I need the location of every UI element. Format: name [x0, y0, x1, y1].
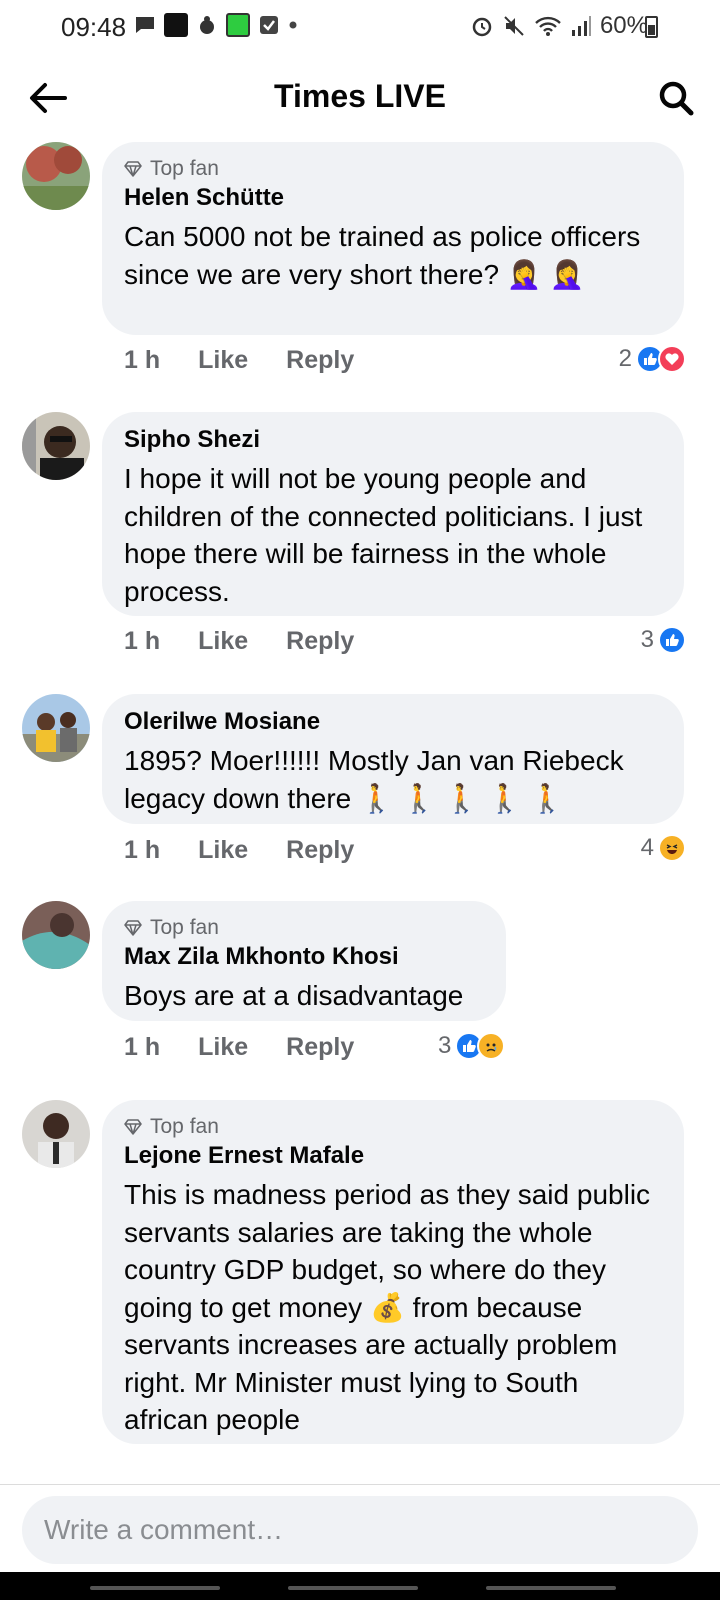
comment-author[interactable]: Max Zila Mkhonto Khosi — [124, 943, 484, 971]
comment-author[interactable]: Lejone Ernest Mafale — [124, 1142, 662, 1170]
mute-icon — [504, 16, 524, 36]
top-fan-label: Top fan — [150, 157, 219, 180]
comment-author[interactable]: Olerilwe Mosiane — [124, 708, 662, 736]
dot-icon — [289, 21, 297, 29]
reply-button[interactable]: Reply — [286, 836, 354, 865]
comment-bubble[interactable]: Top fan Lejone Ernest Mafale This is mad… — [102, 1100, 684, 1444]
haha-reaction-icon — [658, 834, 686, 862]
search-button[interactable] — [652, 74, 700, 122]
reaction-summary[interactable]: 4 — [641, 834, 686, 862]
top-fan-badge: Top fan — [124, 1114, 662, 1140]
like-button[interactable]: Like — [198, 836, 248, 865]
comment-bubble[interactable]: Top fan Max Zila Mkhonto Khosi Boys are … — [102, 901, 506, 1021]
comment-time[interactable]: 1 h — [124, 836, 160, 865]
comment-time[interactable]: 1 h — [124, 1033, 160, 1062]
comment-time[interactable]: 1 h — [124, 627, 160, 656]
comment-text: I hope it will not be young people and c… — [124, 463, 643, 607]
comment-author[interactable]: Helen Schütte — [124, 184, 662, 212]
top-fan-label: Top fan — [150, 916, 219, 939]
divider — [0, 1484, 720, 1485]
reaction-summary[interactable]: 3 — [438, 1032, 506, 1060]
system-icons: 60% — [470, 12, 648, 40]
reply-button[interactable]: Reply — [286, 627, 354, 656]
avatar-image — [22, 412, 90, 480]
back-nav-button[interactable] — [486, 1586, 616, 1590]
sad-reaction-icon — [477, 1032, 506, 1060]
like-button[interactable]: Like — [198, 627, 248, 656]
like-button[interactable]: Like — [198, 1033, 248, 1062]
reaction-count: 2 — [618, 345, 632, 372]
avatar[interactable] — [22, 142, 90, 210]
comment-bubble[interactable]: Top fan Helen Schütte Can 5000 not be tr… — [102, 142, 684, 335]
top-fan-badge: Top fan — [124, 915, 484, 941]
comment-text: 1895? Moer!!!!!! Mostly Jan van Riebeck … — [124, 745, 624, 814]
reaction-count: 4 — [640, 834, 654, 861]
status-bar: 09:48 60% — [0, 0, 720, 52]
comment-actions: 1 h Like Reply — [124, 627, 354, 656]
top-fan-badge: Top fan — [124, 156, 662, 182]
like-reaction-icon — [658, 626, 686, 654]
avatar-image — [22, 142, 90, 210]
app-icon — [164, 13, 188, 37]
avatar[interactable] — [22, 1100, 90, 1168]
avatar-image — [22, 901, 90, 969]
comment-input-placeholder: Write a comment… — [44, 1514, 284, 1545]
reaction-summary[interactable]: 3 — [641, 626, 686, 654]
comment-bubble[interactable]: Olerilwe Mosiane 1895? Moer!!!!!! Mostly… — [102, 694, 684, 824]
comment-input[interactable]: Write a comment… — [22, 1496, 698, 1564]
status-time: 09:48 — [61, 12, 127, 42]
battery-percent: 60% — [599, 12, 648, 39]
page-title: Times LIVE — [274, 78, 446, 114]
like-button[interactable]: Like — [198, 346, 248, 375]
reply-button[interactable]: Reply — [286, 1033, 354, 1062]
comment-bubble[interactable]: Sipho Shezi I hope it will not be young … — [102, 412, 684, 616]
comment-text: This is madness period as they said publ… — [124, 1179, 651, 1435]
app-icon-2 — [200, 16, 214, 34]
green-app-icon — [226, 13, 250, 37]
comment-text: Boys are at a disadvantage — [124, 980, 464, 1011]
comment-text: Can 5000 not be trained as police office… — [124, 221, 641, 290]
diamond-icon — [124, 1119, 142, 1135]
reaction-summary[interactable]: 2 — [619, 345, 686, 373]
comment-actions: 1 h Like Reply — [124, 836, 354, 865]
battery-icon — [645, 16, 658, 38]
notification-icons — [134, 13, 298, 37]
signal-icon — [571, 16, 591, 36]
love-reaction-icon — [658, 345, 686, 373]
avatar-image — [22, 1100, 90, 1168]
avatar[interactable] — [22, 412, 90, 480]
comment-actions: 1 h Like Reply — [124, 1033, 354, 1062]
search-icon — [659, 81, 694, 116]
comment-actions: 1 h Like Reply — [124, 346, 354, 375]
avatar[interactable] — [22, 694, 90, 762]
avatar-image — [22, 694, 90, 762]
comment-time[interactable]: 1 h — [124, 346, 160, 375]
reaction-count: 3 — [640, 626, 654, 653]
message-icon — [136, 17, 154, 33]
alarm-icon — [472, 17, 492, 37]
avatar[interactable] — [22, 901, 90, 969]
reaction-count: 3 — [438, 1032, 452, 1059]
reply-button[interactable]: Reply — [286, 346, 354, 375]
diamond-icon — [124, 920, 142, 936]
recent-apps-button[interactable] — [90, 1586, 220, 1590]
comment-author[interactable]: Sipho Shezi — [124, 426, 662, 454]
check-icon — [260, 16, 278, 34]
home-button[interactable] — [288, 1586, 418, 1590]
page-header: Times LIVE — [0, 60, 720, 136]
wifi-icon — [535, 16, 561, 36]
top-fan-label: Top fan — [150, 1115, 219, 1138]
diamond-icon — [124, 161, 142, 177]
